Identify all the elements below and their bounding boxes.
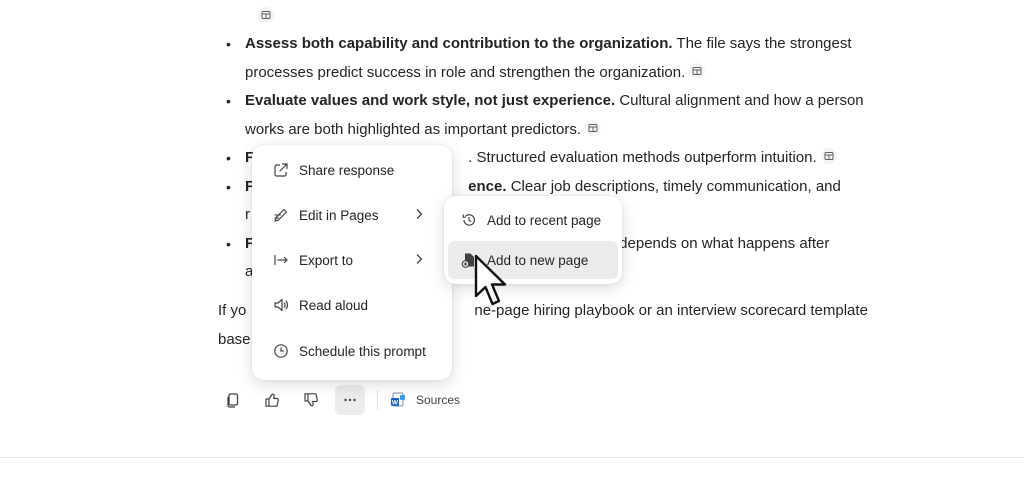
menu-item-share-response[interactable]: Share response: [262, 152, 442, 188]
paragraph-text: base: [218, 330, 251, 348]
citation-icon[interactable]: [258, 7, 274, 23]
chevron-right-icon: [416, 209, 423, 219]
paragraph-text: ne-page hiring playbook or an interview …: [474, 302, 868, 319]
menu-item-export-to[interactable]: Export to: [262, 242, 442, 278]
menu-item-label: Export to: [299, 252, 354, 268]
citation-icon[interactable]: [820, 148, 837, 164]
thumbs-down-icon: [304, 393, 318, 407]
bullet-heading: Evaluate values and work style, not just…: [245, 92, 616, 109]
edit-pages-icon: [272, 206, 290, 224]
citation-icon[interactable]: [585, 119, 602, 136]
svg-text:W: W: [392, 399, 399, 406]
more-options-menu: Share response Edit in Pages Export to R…: [252, 145, 452, 380]
menu-item-label: Share response: [299, 162, 395, 178]
divider: [0, 457, 1024, 458]
sources-button[interactable]: W Sources: [390, 392, 460, 408]
response-action-bar: W Sources: [218, 385, 460, 415]
copy-button[interactable]: [218, 385, 248, 415]
bullet-heading: ence.: [468, 177, 507, 195]
speaker-icon: [272, 296, 290, 314]
submenu-item-label: Add to recent page: [487, 212, 602, 228]
thumbs-up-button[interactable]: [257, 385, 287, 415]
submenu-item-add-to-recent-page[interactable]: Add to recent page: [448, 201, 618, 239]
export-icon: [272, 251, 290, 269]
menu-item-edit-in-pages[interactable]: Edit in Pages: [262, 197, 442, 233]
chevron-right-icon: [416, 254, 423, 264]
copy-icon: [227, 393, 239, 408]
menu-item-read-aloud[interactable]: Read aloud: [262, 287, 442, 323]
bullet-heading: Assess both capability and contribution …: [245, 35, 673, 52]
edit-in-pages-submenu: Add to recent page Add to new page: [444, 196, 622, 284]
bullet-text: depends on what happens after: [619, 234, 830, 252]
citation-icon[interactable]: [689, 62, 706, 79]
menu-item-label: Read aloud: [299, 297, 369, 313]
list-item: Assess both capability and contribution …: [218, 30, 898, 87]
menu-item-schedule-prompt[interactable]: Schedule this prompt: [262, 333, 442, 369]
sources-icon: W: [390, 392, 406, 408]
more-options-button[interactable]: [335, 385, 365, 415]
sources-label: Sources: [416, 393, 461, 407]
bullet-text: r: [245, 206, 250, 223]
list-item: Evaluate values and work style, not just…: [218, 87, 898, 144]
more-icon: [344, 398, 356, 402]
mouse-cursor-icon: [474, 254, 507, 306]
menu-item-label: Schedule this prompt: [299, 343, 426, 359]
paragraph-text: If yo: [218, 302, 247, 319]
divider: [377, 390, 378, 410]
thumbs-up-icon: [265, 393, 279, 407]
menu-item-label: Edit in Pages: [299, 207, 379, 223]
share-icon: [272, 161, 290, 179]
clock-icon: [272, 342, 290, 360]
thumbs-down-button[interactable]: [296, 385, 326, 415]
bullet-text: Clear job descriptions, timely communica…: [506, 177, 841, 195]
bullet-text: . Structured evaluation methods outperfo…: [468, 149, 817, 166]
history-icon: [460, 211, 478, 229]
